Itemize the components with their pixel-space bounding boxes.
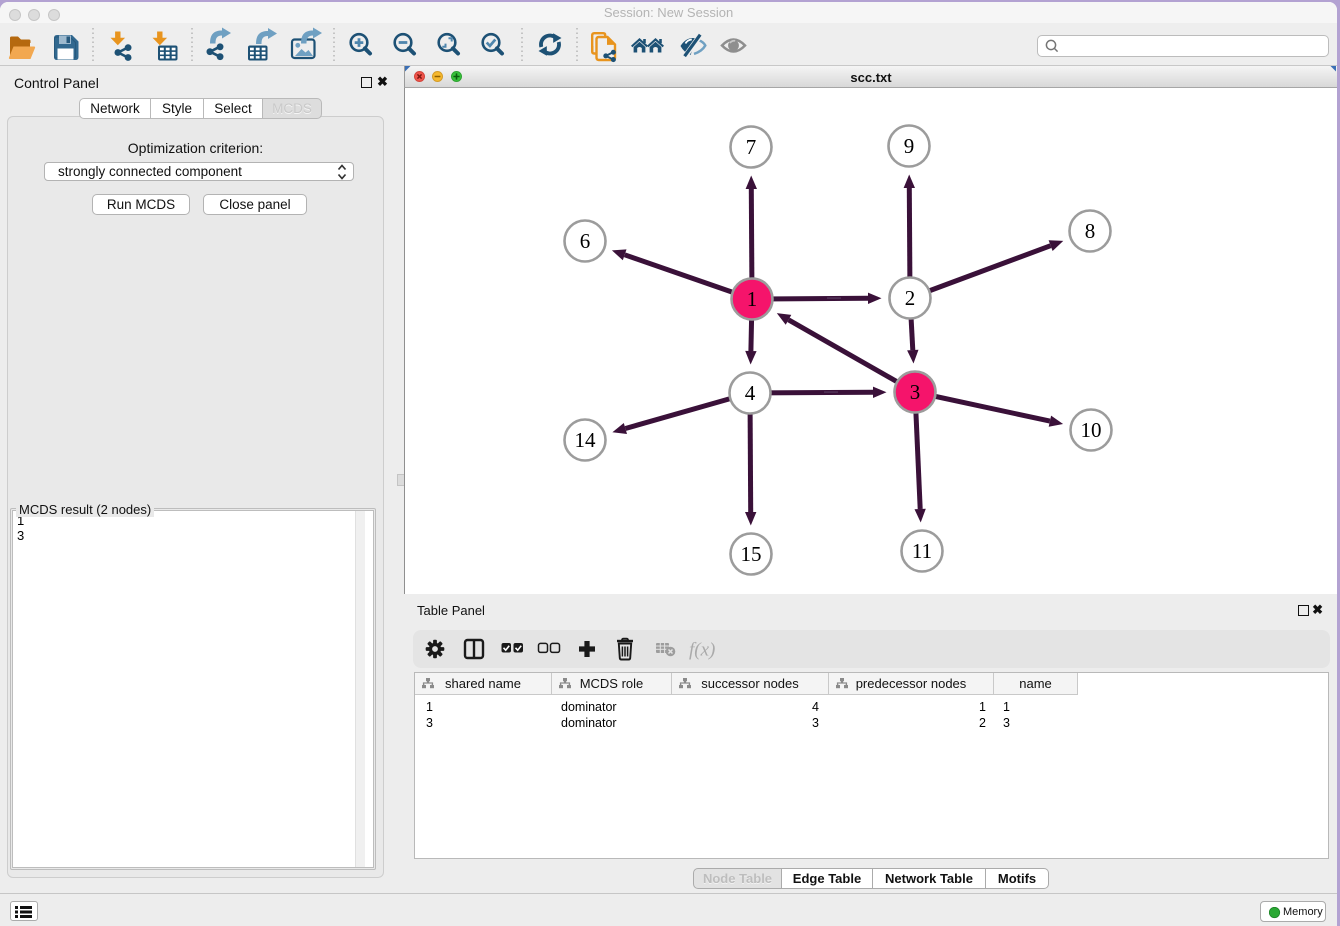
- svg-text:6: 6: [580, 229, 591, 253]
- svg-text:11: 11: [912, 539, 932, 563]
- svg-text:3: 3: [910, 380, 921, 404]
- svg-text:4: 4: [745, 381, 756, 405]
- svg-text:14: 14: [575, 428, 597, 452]
- svg-text:1: 1: [747, 287, 758, 311]
- svg-text:2: 2: [905, 286, 916, 310]
- svg-text:15: 15: [741, 542, 762, 566]
- svg-text:8: 8: [1085, 219, 1096, 243]
- svg-text:f(x): f(x): [689, 640, 715, 661]
- svg-text:10: 10: [1081, 418, 1102, 442]
- svg-text:9: 9: [904, 134, 915, 158]
- svg-text:7: 7: [746, 135, 757, 159]
